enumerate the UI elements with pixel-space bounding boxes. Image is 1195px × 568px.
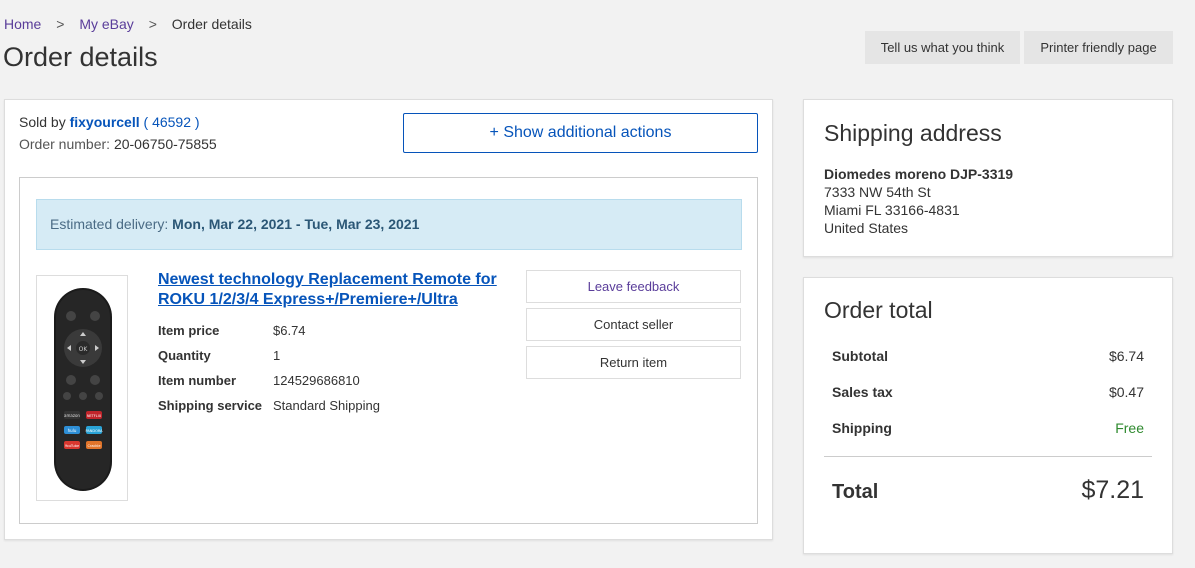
address-country: United States (824, 220, 909, 236)
remote-hulu-label: hulu (68, 428, 77, 433)
feedback-paren-close: ) (194, 114, 200, 130)
order-number-label: Order number: (19, 136, 111, 152)
order-total-card: Order total Subtotal $6.74 Sales tax $0.… (803, 277, 1173, 554)
shipping-address-card: Shipping address Diomedes moreno DJP-331… (803, 99, 1173, 257)
sold-by-label: Sold by (19, 114, 66, 130)
shipping-cost-value: Free (1115, 420, 1144, 436)
order-number: Order number: 20-06750-75855 (19, 136, 217, 152)
shipping-service-value: Standard Shipping (273, 398, 380, 413)
breadcrumb-separator: > (148, 16, 157, 32)
recipient-name: Diomedes moreno DJP-3319 (824, 166, 1014, 182)
breadcrumb-separator: > (56, 16, 65, 32)
total-row: Total $7.21 (832, 476, 1144, 505)
shipping-cost-row: Shipping Free (832, 420, 1144, 436)
item-box: Estimated delivery: Mon, Mar 22, 2021 - … (19, 177, 758, 524)
item-price-value: $6.74 (273, 323, 306, 338)
leave-feedback-button[interactable]: Leave feedback (526, 270, 741, 303)
delivery-label: Estimated delivery: (50, 216, 169, 232)
breadcrumb-current: Order details (171, 16, 252, 32)
subtotal-label: Subtotal (832, 348, 888, 364)
total-divider (824, 456, 1152, 457)
order-total-title: Order total (824, 297, 933, 323)
total-value: $7.21 (1081, 476, 1144, 504)
address-line-2: Miami FL 33166-4831 (824, 202, 960, 218)
seller-link[interactable]: fixyourcell (70, 114, 140, 130)
page-title: Order details (3, 42, 158, 72)
item-details: Item price $6.74 Quantity 1 Item number … (158, 318, 380, 418)
sales-tax-row: Sales tax $0.47 (832, 384, 1144, 400)
shipping-service-row: Shipping service Standard Shipping (158, 393, 380, 418)
remote-pandora-label: PANDORA (85, 429, 103, 433)
item-price-row: Item price $6.74 (158, 318, 380, 343)
sales-tax-label: Sales tax (832, 384, 893, 400)
remote-control-image: OK amazon NETFLIX hulu PANDORA YouTube C… (54, 288, 112, 491)
quantity-label: Quantity (158, 348, 211, 363)
shipping-address-title: Shipping address (824, 120, 1002, 146)
item-number-value: 124529686810 (273, 373, 360, 388)
item-thumbnail[interactable]: OK amazon NETFLIX hulu PANDORA YouTube C… (36, 275, 128, 501)
remote-ok-label: OK (79, 346, 89, 353)
subtotal-row: Subtotal $6.74 (832, 348, 1144, 364)
estimated-delivery-banner: Estimated delivery: Mon, Mar 22, 2021 - … (36, 199, 742, 250)
shipping-cost-label: Shipping (832, 420, 892, 436)
remote-youtube-label: YouTube (65, 444, 79, 448)
delivery-dates: Mon, Mar 22, 2021 - Tue, Mar 23, 2021 (172, 216, 420, 232)
contact-seller-button[interactable]: Contact seller (526, 308, 741, 341)
quantity-row: Quantity 1 (158, 343, 380, 368)
shipping-service-label: Shipping service (158, 398, 263, 413)
total-label: Total (832, 481, 879, 503)
item-title-link[interactable]: Newest technology Replacement Remote for… (158, 270, 508, 310)
printer-friendly-button[interactable]: Printer friendly page (1024, 31, 1173, 64)
feedback-paren-open: ( (143, 114, 149, 130)
breadcrumb-my-ebay-link[interactable]: My eBay (79, 16, 133, 32)
quantity-value: 1 (273, 348, 281, 363)
remote-crackle-label: Crackle (87, 444, 100, 448)
return-item-button[interactable]: Return item (526, 346, 741, 379)
order-number-value: 20-06750-75855 (113, 136, 217, 152)
sales-tax-value: $0.47 (1108, 384, 1144, 400)
shipping-address: Diomedes moreno DJP-3319 7333 NW 54th St… (824, 165, 1013, 237)
breadcrumb-home-link[interactable]: Home (4, 16, 41, 32)
seller-feedback-score[interactable]: 46592 (152, 114, 191, 130)
item-number-row: Item number 124529686810 (158, 368, 380, 393)
show-additional-actions-button[interactable]: + Show additional actions (403, 113, 758, 153)
remote-amazon-label: amazon (64, 413, 80, 418)
order-card: Sold by fixyourcell ( 46592 ) Order numb… (4, 99, 773, 540)
item-number-label: Item number (158, 373, 237, 388)
tell-us-what-you-think-button[interactable]: Tell us what you think (865, 31, 1020, 64)
address-line-1: 7333 NW 54th St (824, 184, 931, 200)
subtotal-value: $6.74 (1108, 348, 1144, 364)
remote-netflix-label: NETFLIX (87, 414, 102, 418)
breadcrumb: Home > My eBay > Order details (4, 16, 252, 32)
sold-by: Sold by fixyourcell ( 46592 ) (19, 114, 200, 130)
item-price-label: Item price (158, 323, 220, 338)
